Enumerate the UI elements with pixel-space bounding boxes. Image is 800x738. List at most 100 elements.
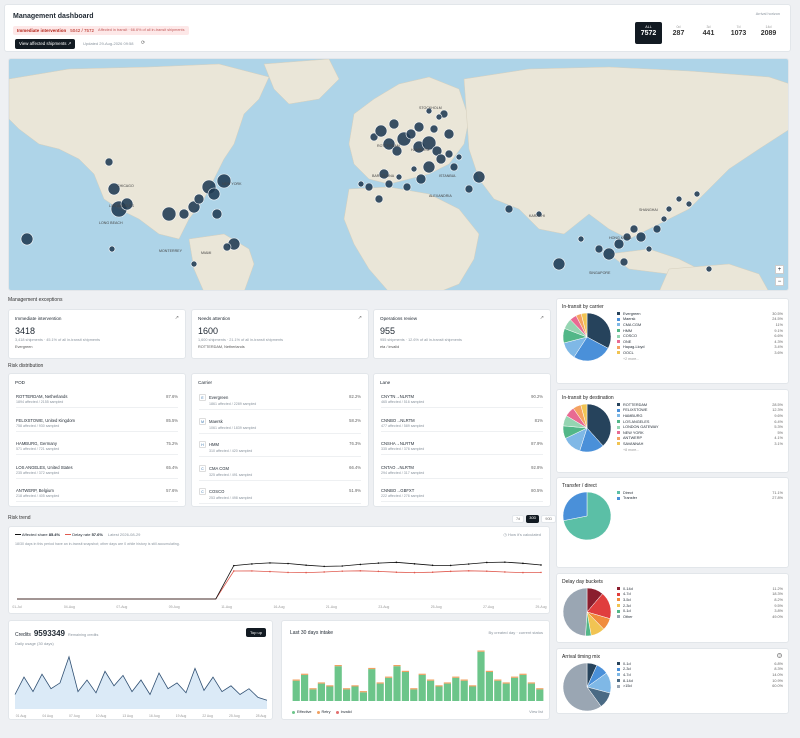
donut-legend-item[interactable]: 2-3d 8.3% [617,667,783,673]
donut-legend-item[interactable]: SAVANNAH 3.1% [617,441,783,447]
shipment-marker[interactable] [388,118,400,130]
shipment-marker[interactable] [693,190,701,198]
range-tab-7d[interactable]: 7d [512,515,525,523]
risk-row[interactable]: M Maersk 58.2% 1061 affected / 1839 sampled [199,417,361,434]
shipment-marker[interactable] [415,173,427,185]
shipment-marker[interactable] [552,257,566,271]
horizon-option-all[interactable]: ALL 7572 [635,22,662,44]
donut-legend-item[interactable]: 3-5d 8.2% [617,597,783,603]
risk-row[interactable]: CNNBO→NLRTM 81% 477 affected / 589 sampled [381,418,543,432]
exception-card[interactable]: Operations review ↗ 955 955 shipments · 12.… [373,309,551,359]
external-link-icon[interactable]: ↗ [540,315,544,321]
range-tab-90d[interactable]: 90D [541,515,557,523]
zoom-in-button[interactable]: + [775,265,784,274]
horizon-option-3d[interactable]: 3d 441 [695,22,722,44]
shipment-marker[interactable] [449,162,459,172]
risk-row[interactable]: CNYTN→NLRTM 90.2% 465 affected / 516 sampl… [381,394,543,408]
help-icon[interactable]: ? [777,653,782,658]
risk-row[interactable]: HAMBURG, Germany 75.2% 571 affected / 721 … [16,441,178,455]
shipment-marker[interactable] [504,204,514,214]
shipment-marker[interactable] [685,200,693,208]
external-link-icon[interactable]: ↗ [175,315,179,321]
range-tab-30d[interactable]: 30D [526,515,540,523]
shipment-marker[interactable] [435,113,443,121]
shipment-marker[interactable] [207,187,221,201]
shipment-marker[interactable] [395,173,403,181]
donut-legend-item[interactable]: LONDON GATEWAY 5.3% [617,424,783,430]
donut-legend-item[interactable]: 2-3d 9.5% [617,603,783,609]
legend-more-link[interactable]: +8 more... [623,448,783,452]
donut-legend-item[interactable]: 4-7d 18.3% [617,592,783,598]
risk-row[interactable]: C CMA CGM 66.4% 325 affected / 491 sampled [199,464,361,481]
donut-legend-item[interactable]: 0-14d 11.2% [617,586,783,592]
shipment-marker[interactable] [635,231,647,243]
shipment-marker[interactable] [384,179,394,189]
donut-legend-item[interactable]: NEW YORK 5% [617,430,783,436]
shipment-marker[interactable] [108,245,116,253]
donut-legend-item[interactable]: Other 49.0% [617,614,783,620]
external-link-icon[interactable]: ↗ [358,315,362,321]
donut-legend-item[interactable]: LOS ANGELES 6.4% [617,419,783,425]
donut-legend-item[interactable]: FELIXSTOWE 12.3% [617,408,783,414]
how-calculated-link[interactable]: ◷ How it's calculated [503,532,541,537]
risk-row[interactable]: CNNBO→GBFXT 80.5% 222 affected / 276 sampl… [381,488,543,502]
exception-card[interactable]: Immediate intervention ↗ 3418 3,418 shipmen… [8,309,186,359]
exception-card[interactable]: Needs attention ↗ 1600 1,600 shipments · 21… [191,309,369,359]
donut-legend-item[interactable]: >15d 60.0% [617,683,783,689]
risk-row[interactable]: H HMM 76.3% 310 affected / 420 sampled [199,441,361,457]
map-panel[interactable]: CHICAGO NEW YORK MIAMI LOS ANGELES MONTERREY… [8,58,789,291]
shipment-marker[interactable] [665,205,673,213]
shipment-marker[interactable] [613,238,625,250]
shipment-marker[interactable] [455,153,463,161]
shipment-marker[interactable] [652,224,662,234]
donut-legend-item[interactable]: 8-14d 10.9% [617,678,783,684]
risk-row[interactable]: CNTAO→NLRTM 92.8% 294 affected / 317 sampl… [381,465,543,479]
view-affected-button[interactable]: View affected shipments ↗ [15,39,76,49]
shipment-marker[interactable] [429,124,439,134]
horizon-option-14d[interactable]: 14d 2089 [755,22,782,44]
shipment-marker[interactable] [435,153,447,165]
risk-row[interactable]: ANTWERP, Belgium 57.6% 218 affected / 405 … [16,488,178,502]
shipment-marker[interactable] [577,235,585,243]
shipment-marker[interactable] [161,206,177,222]
horizon-option-0d[interactable]: 0d 287 [665,22,692,44]
donut-legend-item[interactable]: 0-1d 6.8% [617,661,783,667]
shipment-marker[interactable] [364,182,374,192]
intake-mode-selector[interactable]: By created day · current status [489,630,543,635]
donut-legend-item[interactable]: Hapag-Lloyd 3.4% [617,345,783,351]
shipment-marker[interactable] [422,160,436,174]
legend-more-link[interactable]: +2 more... [623,357,783,361]
donut-legend-item[interactable]: Evergreen 30.5% [617,311,783,317]
risk-row[interactable]: LOS ANGELES, United States 65.4% 235 affec… [16,465,178,479]
shipment-marker[interactable] [594,244,604,254]
shipment-marker[interactable] [357,180,365,188]
shipment-marker[interactable] [374,124,388,138]
shipment-marker[interactable] [602,247,616,261]
zoom-out-button[interactable]: − [775,277,784,286]
shipment-marker[interactable] [190,260,198,268]
risk-row[interactable]: CNSHA→NLRTM 87.9% 335 affected / 376 sampl… [381,441,543,455]
risk-row[interactable]: E Evergreen 82.2% 1861 affected / 2289 samp… [199,394,361,410]
shipment-marker[interactable] [104,157,114,167]
shipment-marker[interactable] [660,215,668,223]
shipment-marker[interactable] [645,245,653,253]
shipment-marker[interactable] [619,257,629,267]
shipment-marker[interactable] [413,121,425,133]
donut-legend-item[interactable]: ANTWERP 4.1% [617,436,783,442]
refresh-icon[interactable]: ⟳ [141,40,145,46]
view-list-link[interactable]: View list [529,710,543,714]
donut-legend-item[interactable]: Transfer 27.8% [617,496,783,502]
donut-legend-item[interactable]: Maersk 24.5% [617,317,783,323]
donut-legend-item[interactable]: Direct 71.1% [617,490,783,496]
shipment-marker[interactable] [193,193,205,205]
donut-legend-item[interactable]: ROTTERDAM 28.5% [617,402,783,408]
world-map[interactable]: CHICAGO NEW YORK MIAMI LOS ANGELES MONTERREY… [9,59,789,291]
shipment-marker[interactable] [178,208,190,220]
shipment-marker[interactable] [705,265,713,273]
horizon-option-7d[interactable]: 7d 1073 [725,22,752,44]
shipment-marker[interactable] [410,165,418,173]
risk-row[interactable]: ROTTERDAM, Netherlands 87.6% 1894 affected… [16,394,178,408]
shipment-marker[interactable] [629,224,639,234]
shipment-marker[interactable] [472,170,486,184]
shipment-marker[interactable] [222,242,232,252]
